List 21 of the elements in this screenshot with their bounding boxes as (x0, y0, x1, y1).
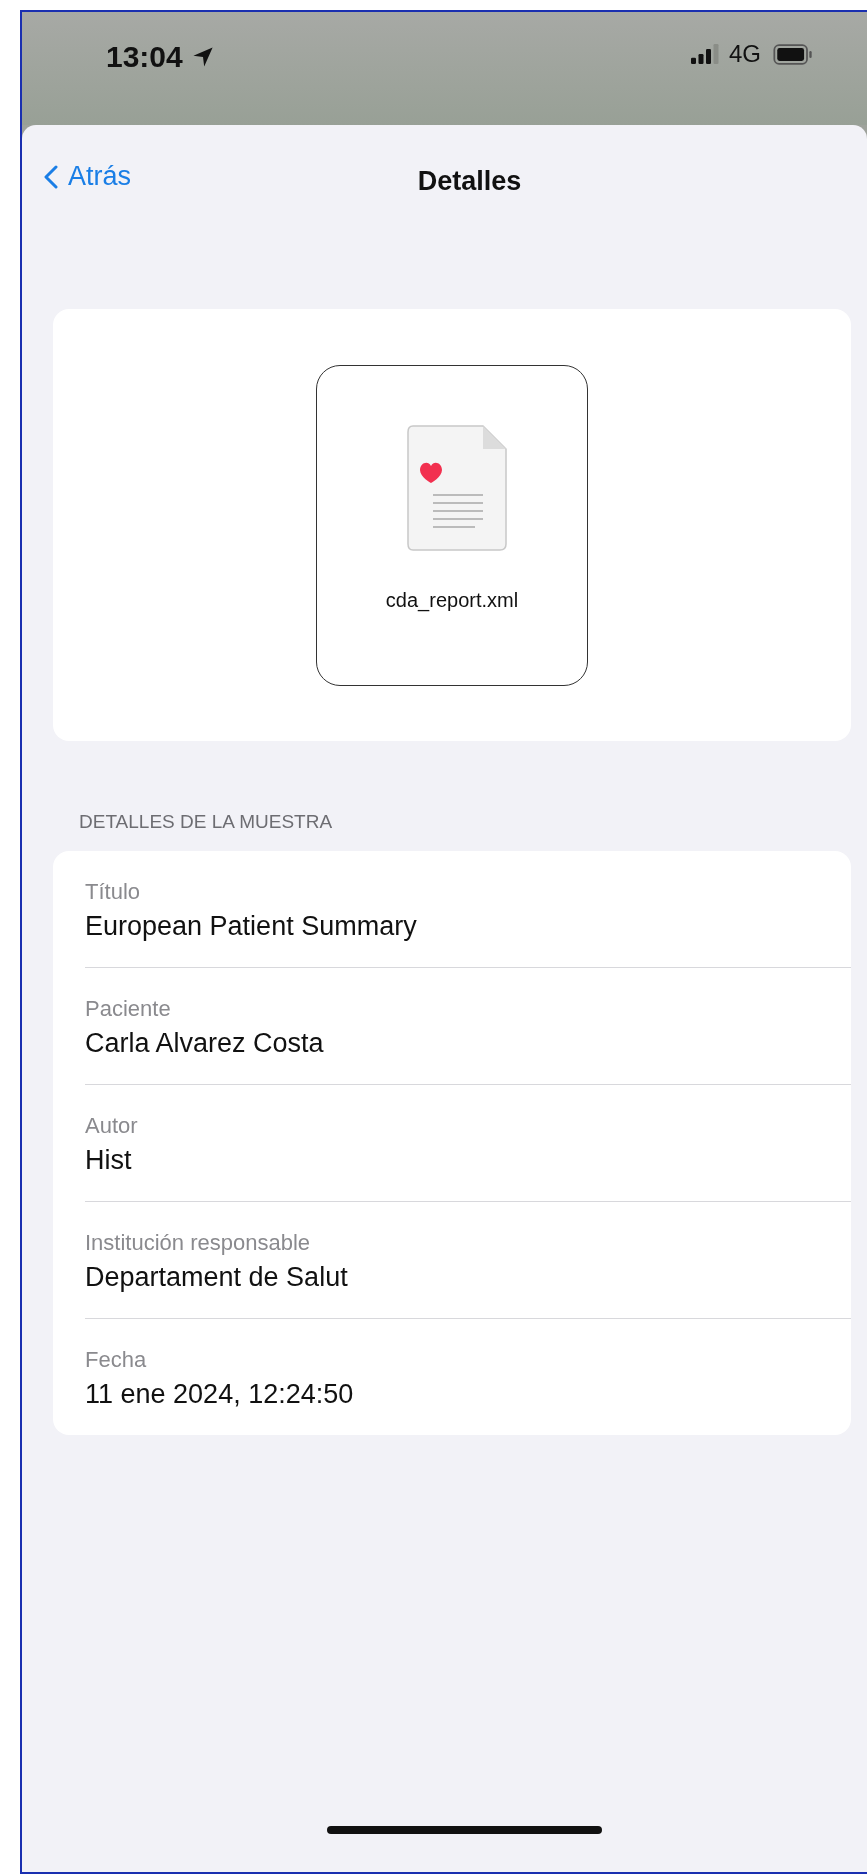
file-tile[interactable]: cda_report.xml (316, 364, 588, 686)
signal-icon (691, 44, 721, 64)
network-type: 4G (729, 40, 761, 68)
field-label: Institución responsable (85, 1229, 312, 1256)
field-value: Hist (85, 1144, 133, 1176)
field-value: 11 ene 2024, 12:24:50 (85, 1378, 355, 1410)
battery-icon (773, 43, 813, 65)
field-value: European Patient Summary (85, 910, 418, 942)
field-label: Fecha (85, 1346, 148, 1373)
back-chevron-icon (44, 164, 58, 189)
field-label: Autor (85, 1112, 139, 1139)
field-value: Carla Alvarez Costa (85, 1027, 325, 1059)
file-name: cda_report.xml (385, 588, 519, 612)
field-label: Título (85, 878, 142, 905)
section-header: DETALLES DE LA MUESTRA (79, 811, 333, 833)
back-button[interactable]: Atrás (44, 161, 132, 192)
health-document-icon (407, 424, 507, 551)
field-value: Departament de Salut (85, 1261, 349, 1293)
status-time: 13:04 (106, 40, 183, 74)
field-label: Paciente (85, 995, 172, 1022)
screen-title: Detalles (417, 165, 522, 197)
